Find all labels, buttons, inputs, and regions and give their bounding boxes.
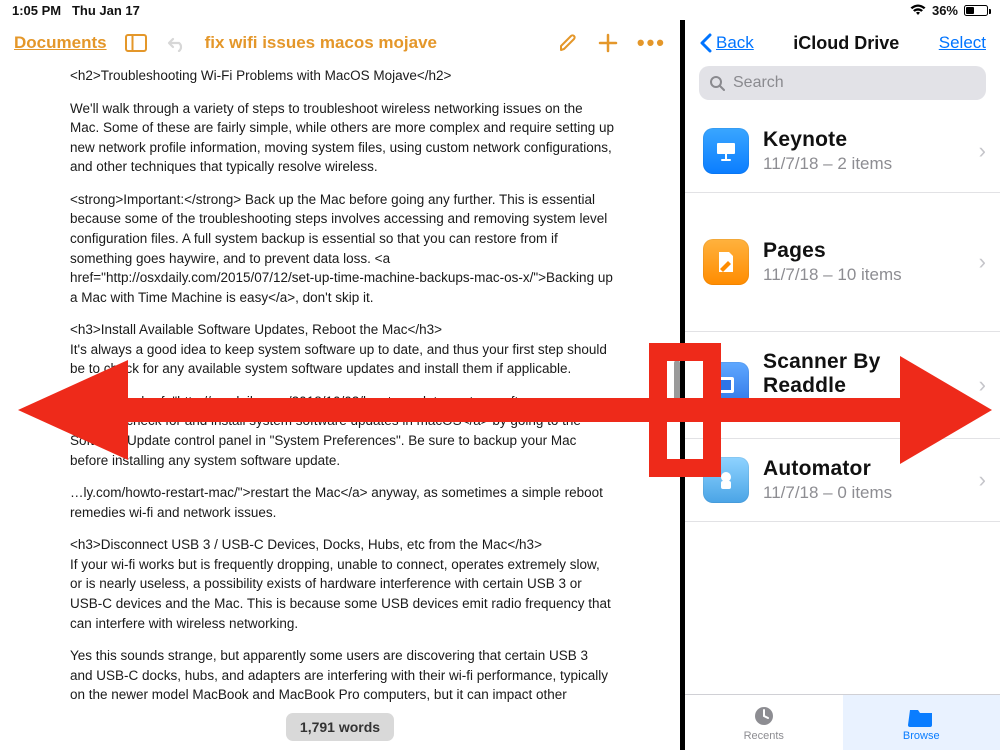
doc-paragraph: You can <a href="http://osxdaily.com/201… [70, 392, 614, 470]
tab-label: Recents [744, 730, 784, 742]
file-meta: 11/7/18 – 0 items [763, 483, 965, 503]
search-icon [709, 75, 725, 91]
sidebar-toggle-icon[interactable] [125, 34, 147, 52]
undo-icon[interactable] [165, 34, 187, 52]
more-menu-icon[interactable]: ••• [637, 30, 666, 56]
file-name: Keynote [763, 128, 965, 152]
battery-percent: 36% [932, 3, 958, 18]
word-count-bar: 1,791 words [0, 704, 680, 750]
file-meta: 11/7/18 – 10 items [763, 265, 965, 285]
file-item-scanner[interactable]: Scanner By Readdle 11/7/18 – 7 items › [685, 332, 1000, 439]
wifi-icon [910, 4, 926, 16]
doc-paragraph: …ly.com/howto-restart-mac/">restart the … [70, 483, 614, 522]
chevron-right-icon: › [979, 372, 986, 398]
file-meta: 11/7/18 – 7 items [763, 400, 965, 420]
files-list[interactable]: Keynote 11/7/18 – 2 items › Pages 11/7/1… [685, 110, 1000, 694]
doc-paragraph: <strong>Important:</strong> Back up the … [70, 190, 614, 307]
files-select-button[interactable]: Select [939, 33, 986, 53]
doc-paragraph: We'll walk through a variety of steps to… [70, 99, 614, 177]
editor-pane: Documents fix wifi issues macos mojave •… [0, 20, 680, 750]
tab-recents[interactable]: Recents [685, 695, 843, 750]
chevron-right-icon: › [979, 138, 986, 164]
clock-icon [752, 704, 776, 728]
files-back-label: Back [716, 33, 754, 53]
back-to-documents-button[interactable]: Documents [14, 33, 107, 53]
document-body[interactable]: <h2>Troubleshooting Wi-Fi Problems with … [0, 66, 680, 704]
tab-label: Browse [903, 730, 940, 742]
automator-folder-icon [703, 457, 749, 503]
files-tabbar: Recents Browse [685, 694, 1000, 750]
search-placeholder: Search [733, 74, 784, 92]
files-title: iCloud Drive [793, 33, 899, 54]
chevron-right-icon: › [979, 467, 986, 493]
file-item-keynote[interactable]: Keynote 11/7/18 – 2 items › [685, 110, 1000, 193]
files-navbar: Back iCloud Drive Select [685, 20, 1000, 66]
files-pane: Back iCloud Drive Select Search Keynote … [685, 20, 1000, 750]
file-name: Scanner By Readdle [763, 350, 965, 398]
editor-toolbar: Documents fix wifi issues macos mojave •… [0, 20, 680, 66]
file-item-pages[interactable]: Pages 11/7/18 – 10 items › [685, 193, 1000, 332]
status-time: 1:05 PM [12, 3, 61, 18]
chevron-right-icon: › [979, 249, 986, 275]
chevron-left-icon [699, 33, 712, 53]
scanner-folder-icon [703, 362, 749, 408]
divider-grabber-icon[interactable] [674, 360, 680, 410]
tab-browse[interactable]: Browse [843, 695, 1000, 750]
word-count-pill[interactable]: 1,791 words [286, 713, 394, 741]
file-name: Pages [763, 239, 965, 263]
document-title[interactable]: fix wifi issues macos mojave [205, 33, 437, 53]
doc-paragraph: <h2>Troubleshooting Wi-Fi Problems with … [70, 66, 614, 86]
doc-paragraph: <h3>Disconnect USB 3 / USB-C Devices, Do… [70, 535, 614, 633]
status-date: Thu Jan 17 [72, 3, 140, 18]
add-button-icon[interactable] [597, 32, 619, 54]
pages-folder-icon [703, 239, 749, 285]
doc-paragraph: <h3>Install Available Software Updates, … [70, 320, 614, 379]
files-search-field[interactable]: Search [699, 66, 986, 100]
keynote-folder-icon [703, 128, 749, 174]
status-bar: 1:05 PM Thu Jan 17 36% [0, 0, 1000, 20]
file-name: Automator [763, 457, 965, 481]
format-brush-icon[interactable] [557, 32, 579, 54]
files-back-button[interactable]: Back [699, 33, 754, 53]
split-view-divider[interactable] [680, 20, 685, 750]
doc-paragraph: Yes this sounds strange, but apparently … [70, 646, 614, 704]
file-item-automator[interactable]: Automator 11/7/18 – 0 items › [685, 439, 1000, 522]
file-meta: 11/7/18 – 2 items [763, 154, 965, 174]
folder-icon [908, 704, 934, 728]
battery-icon [964, 5, 988, 16]
